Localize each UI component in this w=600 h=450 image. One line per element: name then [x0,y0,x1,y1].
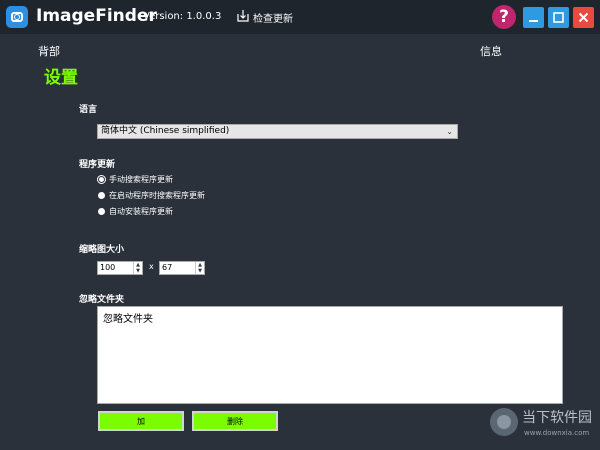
radio-unselected-icon [98,191,105,199]
down-arrow-icon[interactable]: ▼ [196,268,204,274]
check-update-button[interactable]: 检查更新 [236,7,293,27]
watermark: 当下软件园 www.downxia.com [490,406,596,444]
minimize-button[interactable] [523,7,544,28]
language-select-value: 简体中文 (Chinese simplified) [101,126,230,136]
chevron-down-icon: ⌄ [446,127,453,136]
radio-auto-install[interactable]: 自动安装程序更新 [98,205,173,217]
title-bar: ImageFinder Version: 1.0.0.3 检查更新 ? [0,0,600,34]
radio-manual-update[interactable]: 手动搜索程序更新 [97,173,173,185]
delete-button[interactable]: 删除 [192,411,278,431]
stepper-arrows[interactable]: ▲ ▼ [195,262,204,274]
settings-window: ImageFinder Version: 1.0.0.3 检查更新 ? 背部 信… [0,0,600,450]
minimize-icon [529,20,538,22]
language-label: 语言 [79,105,98,115]
version-label: Version: 1.0.0.3 [143,11,222,22]
radio-unselected-icon [98,207,105,215]
radio-selected-icon [97,174,106,184]
download-icon [236,8,250,27]
thumbnail-width-value: 100 [100,263,116,272]
app-name: ImageFinder [36,6,157,26]
thumbnail-size-label: 缩略图大小 [79,245,125,255]
size-separator: x [149,262,154,271]
radio-update-on-startup[interactable]: 在启动程序时搜索程序更新 [98,189,205,201]
maximize-button[interactable] [548,7,569,28]
question-mark-icon: ? [499,7,509,27]
watermark-logo-icon [490,408,518,436]
radio-label: 自动安装程序更新 [109,206,173,216]
thumbnail-height-value: 67 [162,263,173,272]
watermark-url: www.downxia.com [524,429,590,437]
info-link[interactable]: 信息 [480,43,502,59]
page-title: 设置 [44,68,78,88]
thumbnail-height-stepper[interactable]: 67 ▲ ▼ [159,261,205,275]
stepper-arrows[interactable]: ▲ ▼ [133,262,142,274]
ignore-folders-text: 忽略文件夹 [103,314,153,325]
ignore-folders-label: 忽略文件夹 [79,295,125,305]
close-button[interactable] [573,7,594,28]
maximize-icon [553,12,564,23]
language-select[interactable]: 简体中文 (Chinese simplified) ⌄ [97,124,458,139]
radio-label: 在启动程序时搜索程序更新 [109,190,205,200]
ignore-folders-list[interactable]: 忽略文件夹 [97,306,563,404]
back-link[interactable]: 背部 [38,43,60,59]
down-arrow-icon[interactable]: ▼ [134,268,142,274]
add-button[interactable]: 加 [98,411,184,431]
watermark-text: 当下软件园 [522,410,592,426]
radio-label: 手动搜索程序更新 [109,174,173,184]
program-update-label: 程序更新 [79,160,116,170]
check-update-label: 检查更新 [253,13,293,25]
thumbnail-width-stepper[interactable]: 100 ▲ ▼ [97,261,143,275]
help-button[interactable]: ? [492,5,516,29]
app-camera-icon [6,6,28,28]
close-icon [578,12,589,23]
